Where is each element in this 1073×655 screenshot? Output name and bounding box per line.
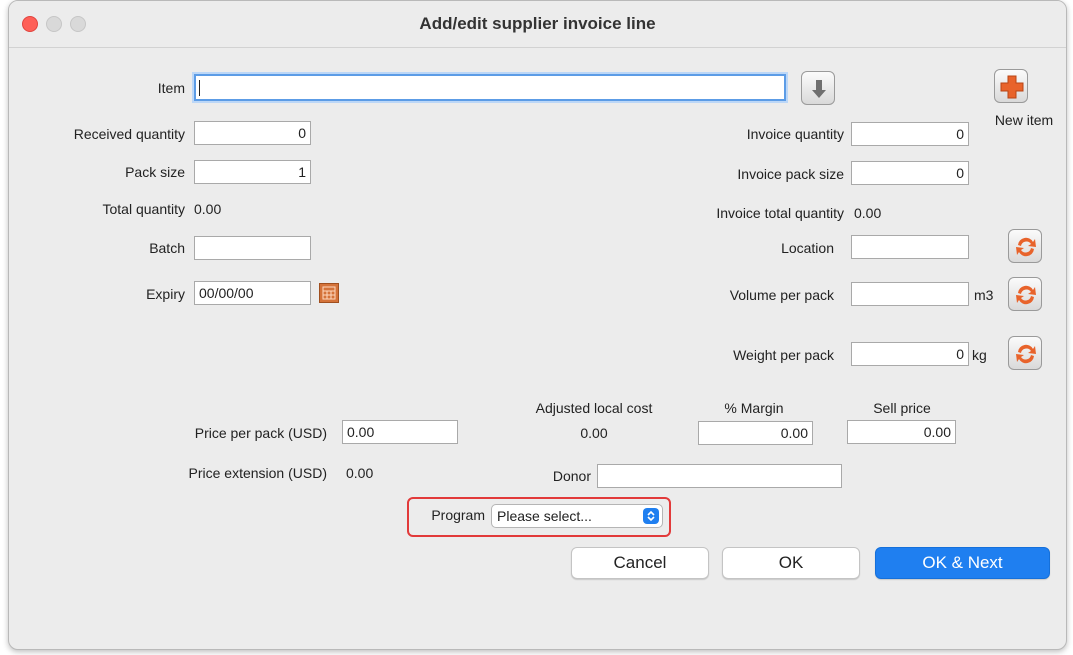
pack-size-label: Pack size [125,164,185,180]
dialog-window: Add/edit supplier invoice line Item New … [8,0,1067,650]
item-input[interactable] [194,74,786,101]
title-bar: Add/edit supplier invoice line [9,1,1066,48]
price-extension-label: Price extension (USD) [188,465,328,481]
price-per-pack-label: Price per pack (USD) [194,425,327,441]
calendar-icon [322,286,336,300]
refresh-icon [1016,285,1036,305]
invoice-quantity-label: Invoice quantity [746,126,844,142]
price-extension-value: 0.00 [346,465,374,481]
donor-input[interactable] [597,464,842,488]
adjusted-local-cost-value: 0.00 [580,425,608,441]
refresh-icon [1016,344,1036,364]
batch-input[interactable] [194,236,311,260]
received-quantity-input[interactable]: 0 [194,121,311,145]
program-selected-value: Please select... [497,508,592,524]
calendar-button[interactable] [319,283,339,303]
cancel-button[interactable]: Cancel [571,547,709,579]
batch-label: Batch [149,240,185,256]
ok-next-button[interactable]: OK & Next [875,547,1050,579]
program-select[interactable]: Please select... [491,504,663,528]
volume-unit: m3 [974,287,994,303]
sell-price-input[interactable]: 0.00 [847,420,956,444]
received-quantity-label: Received quantity [73,126,185,142]
sell-price-label: Sell price [873,400,931,416]
weight-unit: kg [972,347,987,363]
expiry-input[interactable]: 00/00/00 [194,281,311,305]
invoice-quantity-input[interactable]: 0 [851,122,969,146]
chevron-up-down-icon [643,508,659,524]
expiry-label: Expiry [146,286,185,302]
weight-per-pack-label: Weight per pack [733,347,834,363]
weight-per-pack-input[interactable]: 0 [851,342,969,366]
adjusted-local-cost-label: Adjusted local cost [535,400,653,416]
total-quantity-label: Total quantity [102,201,186,217]
margin-label: % Margin [724,400,784,416]
text-caret [199,80,200,97]
volume-per-pack-label: Volume per pack [729,287,834,303]
item-label: Item [157,80,185,96]
margin-input[interactable]: 0.00 [698,421,813,445]
volume-per-pack-input[interactable] [851,282,969,306]
program-label: Program [431,507,485,523]
pack-size-input[interactable]: 1 [194,160,311,184]
location-refresh-button[interactable] [1008,229,1042,263]
new-item-button[interactable] [994,69,1028,103]
total-quantity-value: 0.00 [194,201,222,217]
donor-label: Donor [552,468,591,484]
item-lookup-button[interactable] [801,71,835,105]
refresh-icon [1016,237,1036,257]
invoice-pack-size-label: Invoice pack size [737,166,844,182]
invoice-pack-size-input[interactable]: 0 [851,161,969,185]
volume-refresh-button[interactable] [1008,277,1042,311]
invoice-total-quantity-value: 0.00 [854,205,882,221]
window-title: Add/edit supplier invoice line [419,14,656,33]
down-arrow-icon [812,80,826,98]
location-input[interactable] [851,235,969,259]
invoice-total-quantity-label: Invoice total quantity [716,205,844,221]
new-item-label: New item [994,112,1054,128]
weight-refresh-button[interactable] [1008,336,1042,370]
location-label: Location [781,240,834,256]
plus-icon [1000,75,1024,99]
price-per-pack-input[interactable]: 0.00 [342,420,458,444]
ok-button[interactable]: OK [722,547,860,579]
